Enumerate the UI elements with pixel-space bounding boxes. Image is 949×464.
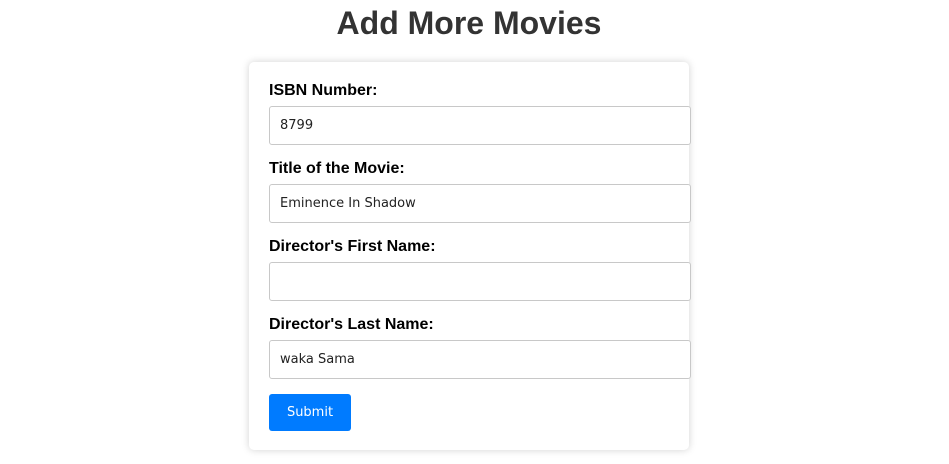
director-first-name-label: Director's First Name: <box>269 238 436 255</box>
isbn-input[interactable] <box>269 106 691 145</box>
submit-button[interactable]: Submit <box>269 394 351 431</box>
director-first-name-input[interactable] <box>269 262 691 301</box>
movie-title-input[interactable] <box>269 184 691 223</box>
director-last-name-input[interactable] <box>269 340 691 379</box>
director-last-name-label: Director's Last Name: <box>269 316 434 333</box>
isbn-label: ISBN Number: <box>269 82 378 99</box>
add-movie-form: ISBN Number: Title of the Movie: Directo… <box>249 62 691 450</box>
page-title: Add More Movies <box>336 5 602 41</box>
movie-title-label: Title of the Movie: <box>269 160 405 177</box>
